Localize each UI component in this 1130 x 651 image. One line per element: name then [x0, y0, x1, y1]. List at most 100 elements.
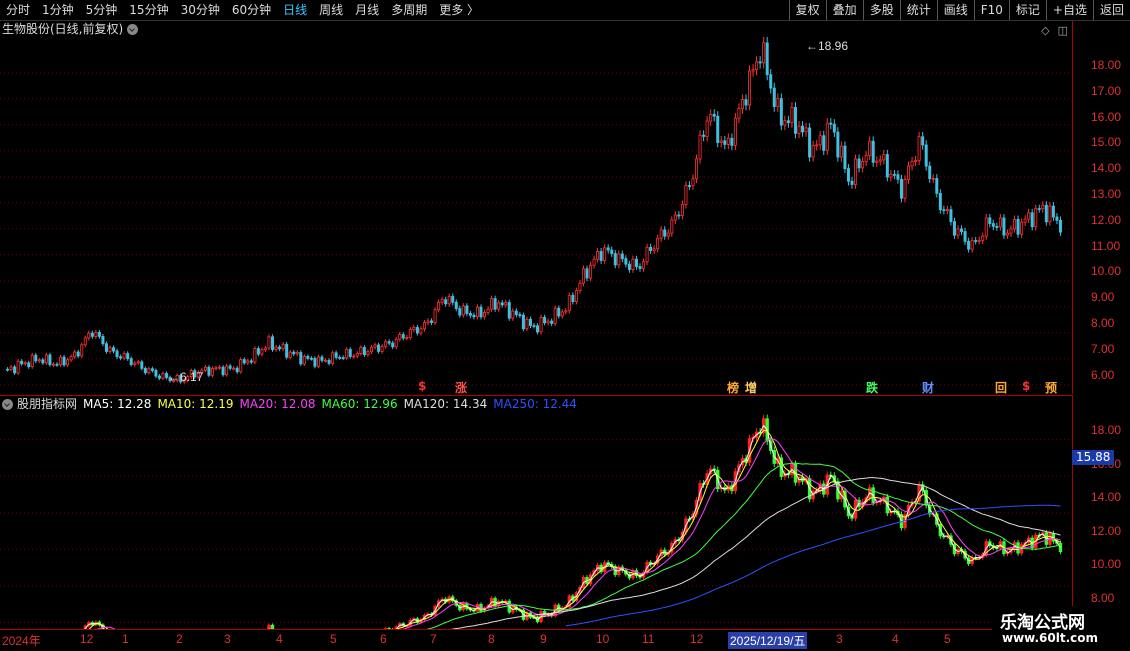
candle-body — [469, 313, 471, 315]
candle-body — [1049, 206, 1051, 222]
candle-body — [953, 222, 955, 236]
candle-body — [996, 226, 998, 227]
candle-body — [515, 311, 517, 315]
candle-body — [35, 355, 37, 361]
indicator-panel[interactable]: 股朋指标网 MA5: 12.28MA10: 12.19MA20: 12.08MA… — [0, 395, 1072, 630]
event-marker[interactable]: 跌 — [866, 379, 878, 396]
watermark-url: www.60lt.com — [1002, 631, 1098, 645]
toolbar-button[interactable]: F10 — [974, 0, 1009, 20]
candle-body — [551, 321, 553, 323]
period-tab[interactable]: 月线 — [349, 0, 385, 20]
candle-body — [293, 352, 295, 354]
kline-chart[interactable]: ←18.96←6.17 — [0, 21, 1072, 394]
candle-body — [105, 344, 107, 352]
period-tab[interactable]: 15分钟 — [123, 0, 174, 20]
period-tab[interactable]: 分时 — [0, 0, 36, 20]
period-tab[interactable]: 日线 — [277, 0, 313, 20]
candle-body — [130, 359, 132, 365]
candle-body — [685, 186, 687, 205]
candle-body — [494, 299, 496, 310]
candle-body — [593, 259, 595, 265]
candle-body — [6, 369, 8, 370]
toolbar-button[interactable]: 叠加 — [826, 0, 863, 20]
y-tick-label: 14.00 — [1091, 161, 1121, 175]
x-tick-label: 9 — [540, 632, 547, 646]
candle-body — [943, 210, 945, 211]
toolbar-button[interactable]: 画线 — [937, 0, 974, 20]
event-marker[interactable]: 回 — [995, 379, 1007, 396]
main-kline-panel[interactable]: 生物股份(日线,前复权) ←18.96←6.17 — [0, 21, 1072, 394]
candle-body — [837, 132, 839, 157]
event-marker[interactable]: $ — [418, 379, 426, 393]
y-tick-label: 9.00 — [1091, 290, 1114, 304]
toolbar-button[interactable]: 多股 — [863, 0, 900, 20]
candle-body — [127, 354, 129, 359]
candle-body — [95, 332, 97, 336]
ma-chart[interactable] — [0, 396, 1072, 630]
candle-body — [483, 312, 485, 316]
candle-body — [999, 218, 1001, 227]
date-axis: 2024年121234567891011122025/12/19/五345 — [0, 629, 1130, 651]
window-icon[interactable]: ◫ — [1058, 24, 1068, 37]
candle-body — [324, 360, 326, 361]
event-marker[interactable]: 涨 — [455, 379, 467, 396]
period-tab[interactable]: 多周期 — [385, 0, 433, 20]
candle-body — [558, 308, 560, 316]
dropdown-icon[interactable] — [127, 24, 138, 35]
price-tag: 15.88 — [1072, 450, 1114, 465]
event-marker[interactable]: 预 — [1045, 379, 1057, 396]
event-marker[interactable]: 财 — [922, 379, 934, 396]
candle-body — [883, 154, 885, 159]
candle-body — [392, 343, 394, 347]
candle-body — [763, 43, 765, 63]
x-tick-label: 6 — [380, 632, 387, 646]
candle-body — [787, 121, 789, 123]
candle-body — [1056, 217, 1058, 220]
candle-body — [10, 367, 12, 369]
candle-body — [310, 358, 312, 359]
candle-body — [52, 364, 54, 365]
x-tick-label: 3 — [224, 632, 231, 646]
candle-body — [466, 306, 468, 313]
candle-body — [59, 357, 61, 365]
dropdown-icon[interactable] — [2, 399, 13, 410]
candle-body — [112, 348, 114, 351]
event-marker[interactable]: 增 — [745, 379, 757, 396]
event-marker[interactable]: $ — [1022, 379, 1030, 393]
candle-body — [847, 169, 849, 182]
toolbar-button[interactable]: 标记 — [1009, 0, 1046, 20]
period-tab[interactable]: 周线 — [313, 0, 349, 20]
period-tab[interactable]: 1分钟 — [36, 0, 80, 20]
candle-body — [247, 361, 249, 363]
diamond-icon[interactable]: ◇ — [1041, 24, 1049, 37]
ma-legend-item: MA20: 12.08 — [239, 397, 315, 411]
toolbar-button[interactable]: 统计 — [900, 0, 937, 20]
candle-body — [586, 269, 588, 278]
period-tab[interactable]: 5分钟 — [80, 0, 124, 20]
candle-body — [939, 193, 941, 209]
candle-body — [459, 309, 461, 315]
candle-body — [639, 267, 641, 269]
x-tick-label: 1 — [122, 632, 129, 646]
toolbar-button[interactable]: 复权 — [789, 0, 826, 20]
candle-body — [929, 166, 931, 178]
toolbar-button[interactable]: +自选 — [1046, 0, 1093, 20]
period-tab[interactable]: 60分钟 — [226, 0, 277, 20]
candle-body — [367, 352, 369, 355]
candle-body — [794, 107, 796, 133]
candle-body — [1013, 219, 1015, 229]
candle-body — [812, 146, 814, 157]
candle-body — [809, 128, 811, 157]
period-toolbar: 分时1分钟5分钟15分钟30分钟60分钟日线周线月线多周期更多 〉 复权叠加多股… — [0, 0, 1130, 21]
period-tab[interactable]: 30分钟 — [175, 0, 226, 20]
candle-body — [1038, 209, 1040, 210]
candle-body — [296, 352, 298, 353]
candle-body — [865, 155, 867, 161]
toolbar-button[interactable]: 返回 — [1093, 0, 1130, 20]
candle-body — [851, 181, 853, 184]
event-marker[interactable]: 榜 — [727, 379, 739, 396]
candle-body — [1021, 222, 1023, 234]
candle-body — [505, 303, 507, 305]
x-tick-label: 5 — [330, 632, 337, 646]
period-tab[interactable]: 更多 〉 — [433, 0, 485, 20]
